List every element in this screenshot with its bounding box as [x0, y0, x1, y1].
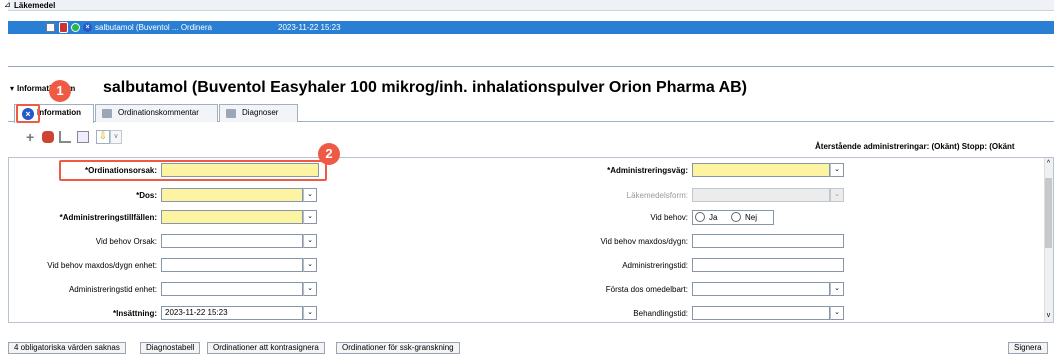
- label-forsta-dos-omedelbart: Första dos omedelbart:: [605, 285, 688, 294]
- tab-diagnoser[interactable]: Diagnoser: [219, 104, 298, 122]
- row-checkbox[interactable]: [46, 23, 55, 32]
- tab-ordinationskommentar-label: Ordinationskommentar: [118, 108, 199, 117]
- chevron-down-icon[interactable]: ⌄: [830, 163, 844, 177]
- tab-diagnoser-label: Diagnoser: [242, 108, 279, 117]
- document-icon[interactable]: [77, 131, 89, 143]
- row-date: 2023-11-22 15:23: [278, 23, 341, 32]
- label-vid-behov: Vid behov:: [650, 213, 688, 222]
- scroll-down-icon[interactable]: v: [1044, 312, 1053, 319]
- vid-behov-orsak-select[interactable]: [161, 234, 303, 248]
- label-insattning: *Insättning:: [113, 309, 157, 318]
- administreringsvag-select[interactable]: [692, 163, 830, 177]
- chevron-down-icon[interactable]: ⌄: [830, 306, 844, 320]
- chevron-down-icon[interactable]: ⌄: [830, 282, 844, 296]
- signera-button[interactable]: Signera: [1008, 342, 1048, 354]
- comment-icon: [102, 109, 112, 118]
- behandlingstid-select[interactable]: [692, 306, 830, 320]
- label-administreringstid: Administreringstid:: [622, 261, 688, 270]
- lakemedel-row-selected[interactable]: × salbutamol (Buventol ... Ordinera 2023…: [8, 21, 1054, 34]
- radio-ja-label: Ja: [709, 213, 718, 222]
- chart-icon[interactable]: [59, 131, 71, 143]
- label-vid-behov-maxdos-enhet: Vid behov maxdos/dygn enhet:: [47, 261, 157, 270]
- collapse-icon[interactable]: ⊿: [4, 0, 11, 9]
- chevron-down-icon[interactable]: ⌄: [303, 210, 317, 224]
- label-dos: *Dos:: [136, 191, 157, 200]
- label-lakemedelsform: Läkemedelsform:: [626, 191, 688, 200]
- administreringstillfallen-select[interactable]: [161, 210, 303, 224]
- status-green-icon: [71, 23, 80, 32]
- lakemedelsform-select: [692, 188, 830, 202]
- scrollbar-thumb[interactable]: [1045, 178, 1052, 248]
- page-title: salbutamol (Buventol Easyhaler 100 mikro…: [103, 79, 747, 96]
- label-vid-behov-orsak: Vid behov Orsak:: [95, 237, 157, 246]
- lakemedel-header: [8, 0, 1054, 11]
- label-administreringstillfallen: *Administreringstillfällen:: [59, 213, 157, 222]
- annotation-box-1: [16, 104, 40, 123]
- medication-icon: [59, 22, 68, 33]
- tab-information-label: Information: [37, 108, 81, 117]
- ordinationer-kontrasignera-button[interactable]: Ordinationer att kontrasignera: [207, 342, 325, 354]
- add-icon[interactable]: +: [26, 130, 38, 144]
- lakemedel-section-title: Läkemedel: [14, 1, 56, 10]
- pill-icon[interactable]: [42, 131, 54, 143]
- diagnostabell-button[interactable]: Diagnostabell: [140, 342, 201, 354]
- radio-ja[interactable]: [695, 212, 705, 222]
- chevron-down-icon: ⌄: [830, 188, 844, 202]
- collapse-icon[interactable]: ▾: [10, 84, 14, 93]
- radio-nej-label: Nej: [745, 213, 758, 222]
- ordinationer-ssk-granskning-button[interactable]: Ordinationer för ssk-granskning: [336, 342, 460, 354]
- chevron-down-icon[interactable]: ⌄: [303, 188, 317, 202]
- vid-behov-maxdos-input[interactable]: [692, 234, 844, 248]
- document-icon: [226, 109, 236, 118]
- label-administreringstid-enhet: Administreringstid enhet:: [68, 285, 157, 294]
- panel-divider: [8, 66, 1054, 67]
- administreringstid-enhet-select[interactable]: [161, 282, 303, 296]
- chevron-down-icon[interactable]: ∨: [110, 130, 122, 144]
- arrow-down-icon[interactable]: ⇩: [96, 130, 110, 144]
- label-behandlingstid: Behandlingstid:: [633, 309, 688, 318]
- scroll-up-icon[interactable]: ^: [1044, 160, 1053, 167]
- label-administreringsvag: *Administreringsväg:: [607, 166, 688, 175]
- annotation-badge-1: 1: [49, 80, 71, 102]
- vid-behov-maxdos-enhet-select[interactable]: [161, 258, 303, 272]
- status-text: Återstående administreringar: (Okänt) St…: [815, 142, 1015, 151]
- missing-values-button[interactable]: 4 obligatoriska värden saknas: [8, 342, 126, 354]
- row-text: salbutamol (Buventol ... Ordinera: [95, 23, 212, 32]
- forsta-dos-omedelbart-select[interactable]: [692, 282, 830, 296]
- administreringstid-input[interactable]: [692, 258, 844, 272]
- cancel-icon: ×: [83, 23, 92, 32]
- annotation-badge-2: 2: [318, 143, 340, 165]
- insattning-datetime[interactable]: 2023-11-22 15:23: [161, 306, 303, 320]
- chevron-down-icon[interactable]: ⌄: [303, 258, 317, 272]
- chevron-down-icon[interactable]: ⌄: [303, 306, 317, 320]
- dos-select[interactable]: [161, 188, 303, 202]
- chevron-down-icon[interactable]: ⌄: [303, 234, 317, 248]
- label-vid-behov-maxdos: Vid behov maxdos/dygn:: [600, 237, 688, 246]
- radio-nej[interactable]: [731, 212, 741, 222]
- annotation-box-2: [59, 160, 327, 181]
- chevron-down-icon[interactable]: ⌄: [303, 282, 317, 296]
- tab-ordinationskommentar[interactable]: Ordinationskommentar: [95, 104, 218, 122]
